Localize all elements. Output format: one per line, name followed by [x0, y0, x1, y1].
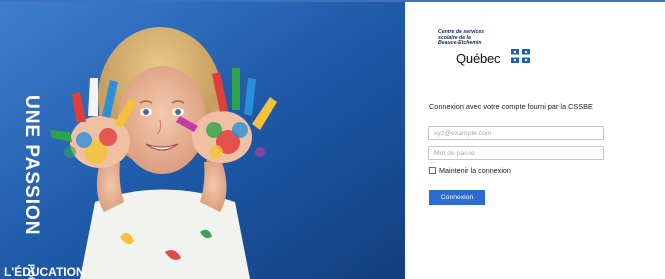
- remember-me-label[interactable]: Maintenir la connexion: [439, 166, 511, 175]
- hero-tagline: UNE PASSION POUR: [6, 2, 42, 279]
- cssbe-logo: Centre de services scolaire de la Beauce…: [438, 29, 558, 70]
- tagline-main: UNE PASSION: [21, 95, 42, 236]
- tagline-end: L'ÉDUCATION: [4, 265, 85, 279]
- sign-in-button[interactable]: Connexion: [429, 190, 485, 205]
- child-painted-hands-illustration: [0, 2, 405, 279]
- login-panel: Centre de services scolaire de la Beauce…: [405, 2, 665, 279]
- remember-me-checkbox[interactable]: [429, 166, 436, 174]
- remember-me-row: Maintenir la connexion: [429, 165, 511, 175]
- login-intro-text: Connexion avec votre compte fourni par l…: [429, 102, 593, 111]
- hero-image: UNE PASSION POUR L'ÉDUCATION: [0, 2, 405, 279]
- email-field[interactable]: [428, 126, 604, 140]
- logo-org-name: Centre de services scolaire de la Beauce…: [438, 29, 485, 47]
- fleur-de-lis-flag-icon: [511, 49, 530, 63]
- logo-quebec-wordmark: Québec: [456, 51, 501, 66]
- password-field[interactable]: [428, 146, 604, 160]
